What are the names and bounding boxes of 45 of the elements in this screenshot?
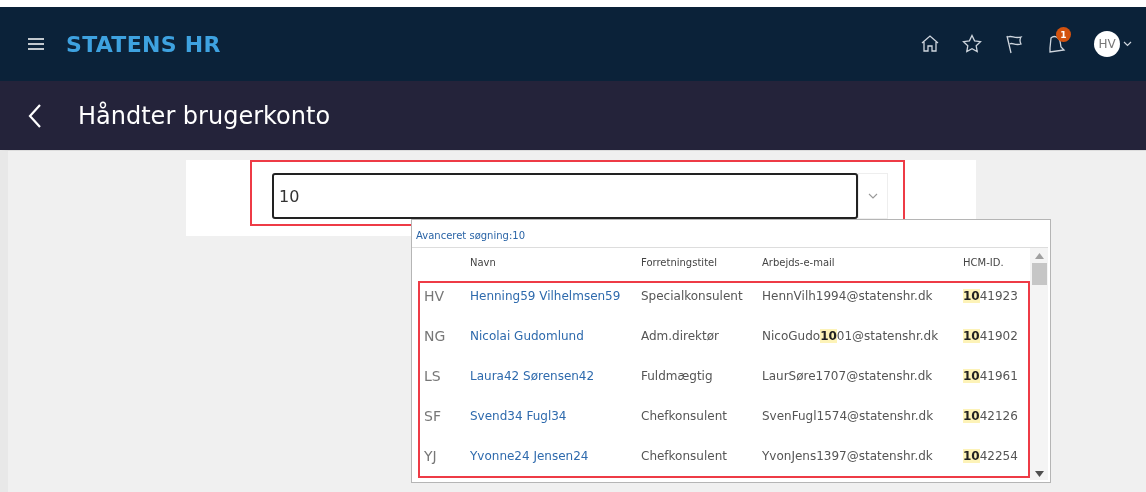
table-cell-text: 1042126	[963, 409, 1019, 423]
table-cell-text: 1042254	[963, 449, 1019, 463]
table-cell-text: YvonJens1397@statenshr.dk	[762, 449, 934, 463]
initials: YJ	[424, 448, 438, 464]
table-cell-text: NicoGudo1001@statenshr.dk	[762, 329, 940, 343]
chevron-icon	[868, 193, 878, 199]
star-icon[interactable]	[962, 34, 982, 54]
brand-logo[interactable]: STATENS HR	[66, 31, 221, 57]
scrollbar-thumb[interactable]	[1031, 263, 1047, 285]
advanced-search-link[interactable]: Avanceret søgning:10	[412, 220, 1050, 247]
column-header: Arbejds-e-mail	[762, 256, 836, 268]
back-icon[interactable]	[28, 102, 42, 129]
employee-name-link[interactable]: Henning59 Vilhelmsen59	[470, 289, 641, 303]
table-cell-text: LaurSøre1707@statenshr.dk	[762, 369, 934, 383]
table-cell-text: SvenFugl1574@statenshr.dk	[762, 409, 935, 423]
notification-badge: 1	[1056, 27, 1071, 42]
column-header: Navn	[470, 256, 497, 268]
employee-name-link[interactable]: Svend34 Fugl34	[470, 409, 641, 423]
scrollbar[interactable]	[1030, 248, 1048, 480]
user-avatar[interactable]: HV	[1094, 31, 1120, 57]
table-cell-text: Chefkonsulent	[641, 449, 728, 463]
home-icon[interactable]	[920, 34, 940, 54]
employee-name-link[interactable]: Yvonne24 Jensen24	[470, 449, 641, 463]
employee-name-link[interactable]: Laura42 Sørensen42	[470, 369, 641, 383]
menu-icon[interactable]	[28, 38, 44, 50]
flag-icon[interactable]	[1004, 34, 1024, 54]
table-cell-text: Chefkonsulent	[641, 409, 728, 423]
table-cell-text: Adm.direktør	[641, 329, 721, 343]
column-header: Forretningstitel	[641, 256, 718, 268]
table-cell-text: Specialkonsulent	[641, 289, 744, 303]
initials: SF	[424, 408, 442, 424]
search-field[interactable]: 10	[272, 173, 858, 219]
initials: NG	[424, 328, 447, 344]
scroll-down-icon[interactable]	[1034, 471, 1044, 477]
initials: HV	[424, 288, 446, 304]
table-cell-text: 1041961	[963, 369, 1019, 383]
initials: LS	[424, 368, 442, 384]
employee-name-link[interactable]: Nicolai Gudomlund	[470, 329, 641, 343]
table-cell-text: HennVilh1994@statenshr.dk	[762, 289, 934, 303]
table-cell-text: 1041923	[963, 289, 1019, 303]
table-cell-text: Fuldmægtig	[641, 369, 714, 383]
page-title: Håndter brugerkonto	[78, 101, 331, 130]
table-cell-text: 1041902	[963, 329, 1019, 343]
caret-icon[interactable]	[1123, 41, 1132, 47]
column-header: HCM-ID.	[963, 256, 1005, 268]
